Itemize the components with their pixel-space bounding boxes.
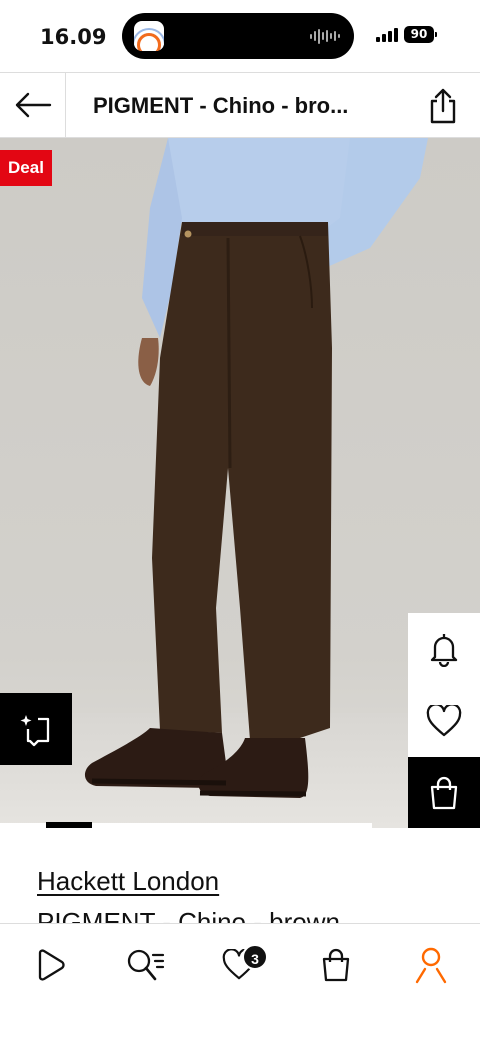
search-icon bbox=[127, 949, 165, 981]
deal-badge: Deal bbox=[0, 150, 52, 186]
status-bar: 16.09 90 bbox=[0, 0, 480, 72]
product-image-carousel[interactable]: Deal bbox=[0, 138, 480, 828]
bag-icon bbox=[322, 948, 350, 982]
similar-items-icon bbox=[20, 715, 50, 747]
now-playing-app-icon bbox=[134, 21, 164, 51]
bag-icon bbox=[430, 776, 458, 810]
product-header: PIGMENT - Chino - bro... bbox=[0, 72, 480, 138]
wishlist-count-badge: 3 bbox=[242, 944, 268, 970]
share-icon bbox=[430, 88, 456, 124]
back-arrow-icon bbox=[15, 92, 51, 118]
add-to-bag-button[interactable] bbox=[408, 757, 480, 828]
heart-icon bbox=[426, 705, 462, 737]
brand-link[interactable]: Hackett London bbox=[37, 866, 219, 897]
profile-icon bbox=[415, 947, 447, 984]
nav-home[interactable] bbox=[24, 940, 74, 990]
bottom-navigation: 3 bbox=[0, 923, 480, 1039]
page-title: PIGMENT - Chino - bro... bbox=[93, 93, 349, 118]
audio-waveform-icon bbox=[310, 28, 340, 44]
play-icon bbox=[38, 949, 65, 981]
battery-indicator: 90 bbox=[404, 26, 437, 43]
nav-profile[interactable] bbox=[406, 940, 456, 990]
image-pager-thumb bbox=[46, 822, 92, 828]
status-time: 16.09 bbox=[40, 25, 107, 49]
nav-wishlist[interactable]: 3 bbox=[214, 940, 268, 990]
nav-search[interactable] bbox=[120, 940, 170, 990]
notify-button[interactable] bbox=[408, 613, 480, 685]
wishlist-button[interactable] bbox=[408, 685, 480, 757]
bell-icon bbox=[430, 634, 458, 667]
dynamic-island bbox=[122, 13, 354, 59]
product-name: PIGMENT - Chino - brown bbox=[37, 907, 340, 925]
product-action-buttons bbox=[408, 613, 480, 828]
image-pager bbox=[0, 822, 480, 828]
nav-bag[interactable] bbox=[311, 940, 361, 990]
share-button[interactable] bbox=[426, 87, 460, 125]
back-button[interactable] bbox=[0, 73, 66, 137]
find-similar-button[interactable] bbox=[0, 693, 72, 765]
cellular-signal-icon bbox=[376, 28, 398, 42]
